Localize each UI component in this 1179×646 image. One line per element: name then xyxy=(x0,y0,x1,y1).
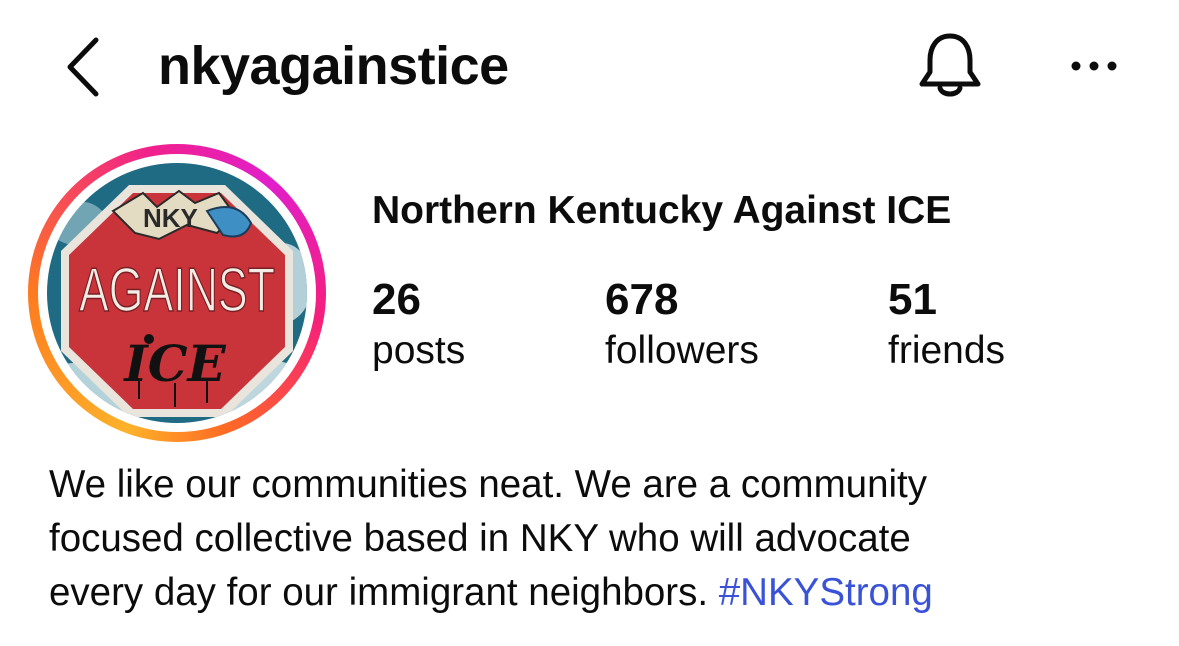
posts-count-value: 26 xyxy=(372,275,421,324)
bio-line: every day for our immigrant neighbors. #… xyxy=(49,566,1139,620)
followers-count-label: followers xyxy=(605,329,759,372)
avatar-image: NKY AGAINST ICE xyxy=(47,163,307,423)
hashtag-link[interactable]: #NKYStrong xyxy=(719,571,933,614)
friends-count-label: friends xyxy=(888,329,1006,372)
more-horizontal-icon xyxy=(1071,61,1117,71)
notifications-button[interactable] xyxy=(914,30,986,102)
followers-count[interactable]: 678 followers xyxy=(605,274,759,376)
followers-count-value: 678 xyxy=(605,275,679,324)
bio-line: We like our communities neat. We are a c… xyxy=(49,463,927,506)
svg-text:NKY: NKY xyxy=(143,203,198,233)
avatar-story-ring[interactable]: NKY AGAINST ICE xyxy=(28,144,326,442)
bio-line: focused collective based in NKY who will… xyxy=(49,517,911,560)
friends-count[interactable]: 51 friends xyxy=(888,274,1005,376)
avatar-sign-text: AGAINST xyxy=(79,256,275,325)
posts-count-label: posts xyxy=(372,329,466,372)
posts-count[interactable]: 26 posts xyxy=(372,274,465,376)
profile-bio: We like our communities neat. We are a c… xyxy=(49,458,1139,620)
back-button[interactable] xyxy=(58,32,108,102)
username-title: nkyagainstice xyxy=(158,36,509,96)
profile-display-name: Northern Kentucky Against ICE xyxy=(372,189,952,232)
bio-line-text: every day for our immigrant neighbors. xyxy=(49,571,719,614)
friends-count-value: 51 xyxy=(888,275,937,324)
bell-icon xyxy=(919,33,981,97)
avatar: NKY AGAINST ICE xyxy=(47,163,307,423)
more-options-button[interactable] xyxy=(1066,46,1126,86)
profile-page: nkyagainstice NKY AGAINST ICE Northern K… xyxy=(0,0,1179,646)
chevron-left-icon xyxy=(67,37,99,97)
